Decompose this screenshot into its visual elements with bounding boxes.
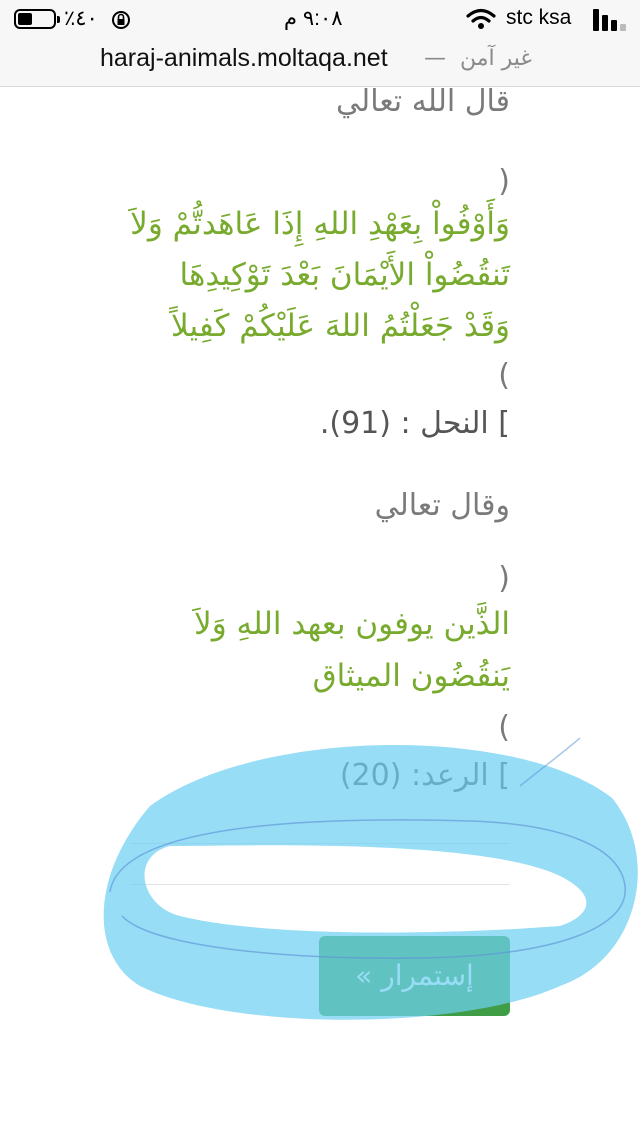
open-paren-1: ( (498, 164, 510, 199)
url-text[interactable]: haraj-animals.moltaqa.net (100, 44, 388, 73)
verse-2-line-1: الذَّين يوفون بعهد اللهِ وَلاَ (194, 606, 510, 642)
battery-percentage: ٪٤٠ (64, 7, 98, 30)
cellular-signal-icon (593, 9, 627, 31)
verse-2-line-2: يَنقُضُون الميثاق (312, 658, 510, 694)
verse-1-line-2: تَنقُضُواْ الأَيْمَانَ بَعْدَ تَوْكِيدِه… (179, 257, 510, 293)
rotation-lock-icon (112, 11, 130, 29)
battery-icon (14, 9, 60, 29)
carrier-name: stc ksa (506, 6, 572, 29)
wifi-icon (466, 8, 496, 29)
verse-1-reference: ] النحل : (91). (319, 406, 510, 441)
heading-first: قال الله تعالي (336, 86, 510, 119)
page-content: قال الله تعالي ( وَأَوْفُواْ بِعَهْدِ ال… (0, 86, 640, 1136)
close-paren-1: ) (498, 358, 510, 393)
continue-button[interactable]: إستمرار » (319, 936, 510, 1016)
verse-2-reference: ] الرعد: (20) (339, 758, 510, 793)
verse-1-line-1: وَأَوْفُواْ بِعَهْدِ اللهِ إِذَا عَاهَدت… (130, 206, 510, 242)
verse-1-line-3: وَقَدْ جَعَلْتُمُ اللهَ عَلَيْكُمْ كَفِي… (171, 308, 510, 344)
clock: ٩:٠٨ م (284, 7, 343, 30)
divider-line (130, 884, 510, 885)
address-bar[interactable]: haraj-animals.moltaqa.net — غير آمن (0, 40, 640, 87)
close-paren-2: ) (498, 710, 510, 745)
security-status: غير آمن (460, 46, 532, 71)
open-paren-2: ( (498, 561, 510, 596)
heading-second: وقال تعالي (374, 488, 510, 523)
divider-line (130, 843, 510, 844)
url-separator: — (424, 46, 446, 71)
status-bar: ٪٤٠ ٩:٠٨ م stc ksa (0, 0, 640, 40)
